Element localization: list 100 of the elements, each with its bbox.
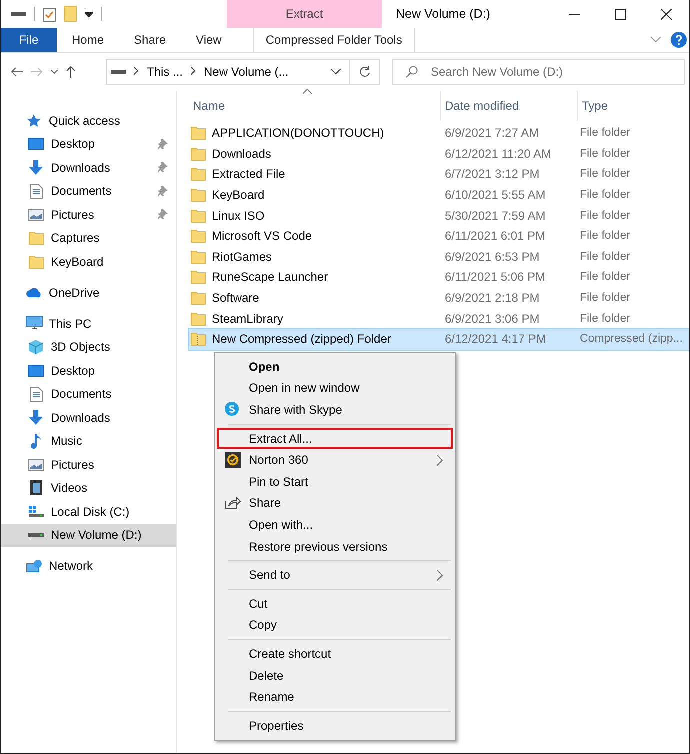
file-row[interactable]: Software 6/9/2021 2:18 PM File folder [189,288,689,308]
file-row[interactable]: APPLICATION(DONOTTOUCH) 6/9/2021 7:27 AM File folder [189,123,689,144]
file-type: Compressed (zipp... [580,333,683,346]
sidebar-item[interactable]: Network [1,554,176,578]
column-header[interactable]: Name [189,91,441,121]
folder-icon [191,270,206,284]
document-icon [30,386,42,402]
file-type: File folder [580,230,630,242]
folder-icon [191,312,206,326]
folder-icon [28,254,44,269]
search-field[interactable]: Search New Volume (D:) [392,59,685,85]
menu-item[interactable]: Send to [217,564,453,586]
drive-icon [111,70,126,74]
breadcrumb[interactable]: New Volume (... [204,65,289,79]
drive-icon[interactable] [11,11,26,17]
sidebar-item[interactable]: New Volume (D:) [1,524,176,547]
sidebar-item[interactable]: This PC [1,312,176,336]
chevron-right-icon [191,66,196,78]
menu-item[interactable]: Pin to Start [217,470,453,493]
context-tab-header: Extract [227,0,382,28]
refresh-button[interactable] [350,59,380,85]
file-row[interactable]: Linux ISO 5/30/2021 7:59 AM File folder [189,205,689,226]
menu-item[interactable]: Share [217,492,453,514]
file-row[interactable]: New Compressed (zipped) Folder 6/12/2021 4:17 PM Compressed (zipp... [189,328,689,350]
file-row[interactable]: Downloads 6/12/2021 11:20 AM File folder [189,144,689,164]
column-header[interactable]: Type [578,91,689,121]
down-arrow-icon [28,410,44,426]
film-icon [30,480,42,496]
sidebar-item[interactable]: Documents [1,180,176,203]
file-row[interactable]: SteamLibrary 6/9/2021 3:06 PM File folder [189,308,689,329]
zip-folder-icon [191,332,206,346]
menu-item[interactable]: Create shortcut [217,643,453,665]
menu-item[interactable]: Extract All... [217,428,453,450]
file-row[interactable]: RiotGames 6/9/2021 6:53 PM File folder [189,246,689,268]
file-row[interactable]: KeyBoard 6/10/2021 5:55 AM File folder [189,184,689,206]
back-arrow-icon[interactable] [11,67,23,77]
file-row[interactable]: Microsoft VS Code 6/11/2021 6:01 PM File folder [189,226,689,247]
help-icon[interactable] [671,32,687,48]
sidebar-item[interactable]: Documents [1,382,176,406]
folder-icon [191,208,206,223]
file-type: File folder [580,210,630,222]
folder-icon [191,229,206,244]
checklist-icon[interactable] [43,6,56,22]
file-type: File folder [580,148,630,160]
menu-item[interactable]: Open with... [217,514,453,536]
sidebar-item[interactable]: Pictures [1,203,176,226]
breadcrumb[interactable]: This ... [147,65,184,79]
address-bar[interactable]: This ... New Volume (... [106,59,350,85]
sidebar-item[interactable]: Pictures [1,453,176,476]
menu-item[interactable]: Restore previous versions [217,536,453,558]
norton-icon [225,452,241,468]
sidebar-item[interactable]: 3D Objects [1,336,176,359]
up-arrow-icon[interactable] [66,66,76,78]
sidebar-item[interactable]: Desktop [1,359,176,382]
sidebar-item[interactable]: Captures [1,226,176,250]
file-name: RuneScape Launcher [212,270,328,284]
file-row[interactable]: Extracted File 6/7/2021 3:12 PM File folder [189,164,689,185]
file-row[interactable]: RuneScape Launcher 6/11/2021 5:06 PM File folder [189,267,689,288]
menu-item[interactable]: Delete [217,664,453,686]
sidebar-item[interactable]: Desktop [1,132,176,156]
menu-item[interactable]: Cut [217,592,453,615]
chevron-right-icon [134,66,139,78]
sidebar-item[interactable]: Quick access [1,109,176,132]
date-modified: 6/9/2021 3:06 PM [445,312,540,326]
menu-item[interactable]: Properties [217,714,453,736]
star-icon [27,114,41,128]
sidebar-item[interactable]: Videos [1,476,176,500]
sidebar-item[interactable]: Music [1,430,176,453]
menu-item[interactable]: Norton 360 [217,449,453,471]
sidebar-item[interactable]: Downloads [1,406,176,430]
monitor-icon [26,316,42,332]
file-type: File folder [580,292,630,304]
dropdown-icon[interactable] [85,10,93,18]
date-modified: 6/9/2021 7:27 AM [445,126,540,140]
menu-item[interactable]: Rename [217,686,453,708]
file-name: Downloads [212,146,272,161]
sidebar-item[interactable]: Downloads [1,156,176,180]
ribbon-tab[interactable]: Share [119,28,182,52]
folder-icon [191,126,206,140]
menu-item[interactable]: Open in new window [217,378,453,400]
date-modified: 6/11/2021 5:06 PM [445,270,546,284]
column-header[interactable]: Date modified [441,91,578,121]
ribbon-tab[interactable]: View [181,28,237,52]
file-name: RiotGames [212,250,272,264]
ribbon-tab[interactable]: File [1,28,57,52]
down-arrow-icon [28,160,44,176]
drive-icon [28,505,44,518]
sidebar-item[interactable]: OneDrive [1,281,176,304]
folder-icon [191,250,206,264]
picture-icon [28,458,44,471]
sidebar-item[interactable]: KeyBoard [1,250,176,274]
menu-item[interactable]: Share with Skype [217,399,453,421]
menu-item[interactable]: Open [217,356,453,378]
chevron-down-icon[interactable] [51,70,58,74]
sidebar-item[interactable]: Local Disk (C:) [1,500,176,524]
ribbon-tab[interactable]: Home [57,28,120,52]
menu-item[interactable]: Copy [217,614,453,636]
chevron-down-icon[interactable] [331,69,341,75]
ribbon-tab[interactable]: Compressed Folder Tools [252,28,416,52]
close-icon [660,8,672,20]
